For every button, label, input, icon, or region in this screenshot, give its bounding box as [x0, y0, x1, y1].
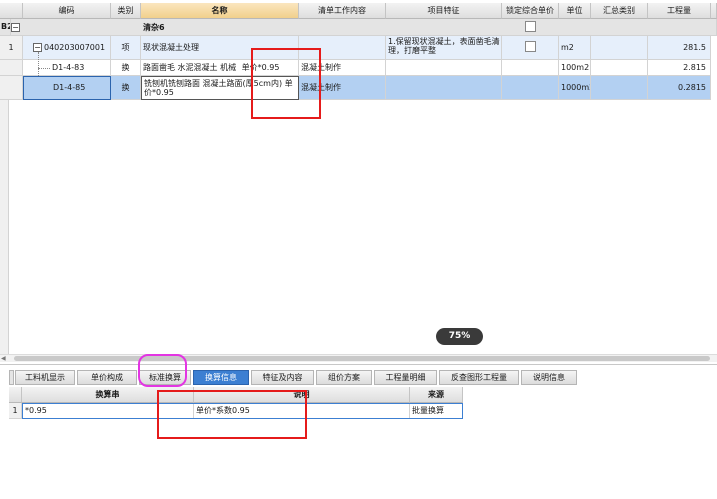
sub-row-quantity: 0.2815	[648, 76, 711, 100]
group-row-fill	[11, 19, 717, 36]
tab-reverse-graphic-quantity[interactable]: 反查图形工程量	[439, 370, 519, 385]
header-feature[interactable]: 项目特征	[386, 3, 502, 19]
group-row-code: B2	[0, 19, 11, 36]
row-header-gutter	[0, 100, 9, 354]
header-quantity[interactable]: 工程量	[648, 3, 711, 19]
header-summary-type[interactable]: 汇总类别	[591, 3, 648, 19]
header-lock-price[interactable]: 锁定综合单价	[502, 3, 559, 19]
annotation-red-box-bottom	[157, 390, 307, 439]
item-row-summary	[591, 36, 648, 60]
sub-row-type: 换	[111, 60, 141, 76]
bottom-panel-divider	[0, 364, 717, 365]
sub-row-unit: 1000m2	[559, 76, 591, 100]
tab-labor-material[interactable]: 工料机显示	[15, 370, 75, 385]
sub-row-summary	[591, 60, 648, 76]
header-type[interactable]: 类别	[111, 3, 141, 19]
sub-row-quantity: 2.815	[648, 60, 711, 76]
sub-row-summary	[591, 76, 648, 100]
group-lock-cell	[502, 19, 559, 36]
group-collapse-toggle[interactable]: −	[11, 23, 20, 32]
annotation-pink-circle	[138, 354, 187, 387]
lower-header-corner	[9, 387, 22, 403]
lower-row-index: 1	[9, 403, 22, 419]
header-name[interactable]: 名称	[141, 3, 299, 19]
sub-row-type: 换	[111, 76, 141, 100]
header-code[interactable]: 编码	[23, 3, 111, 19]
sub-row-lock	[502, 76, 559, 100]
group-lock-checkbox[interactable]	[525, 21, 536, 32]
lower-row-source: 批量换算	[412, 406, 444, 415]
tab-conversion-info[interactable]: 换算信息	[193, 370, 249, 385]
sub-row-feature	[386, 60, 502, 76]
sub-row-code-cell: D1-4-85	[23, 76, 111, 100]
sub-row-index	[0, 76, 23, 100]
sub-row-unit: 100m2	[559, 60, 591, 76]
header-work-content[interactable]: 清单工作内容	[299, 3, 386, 19]
scroll-left-arrow-icon[interactable]: ◀	[1, 355, 7, 362]
sub-row-code: D1-4-85	[53, 83, 86, 92]
bottom-tab-bar-left-stub	[9, 370, 14, 385]
sub-row-lock	[502, 60, 559, 76]
tab-quantity-detail[interactable]: 工程量明细	[374, 370, 437, 385]
sub-row-name-text: 路面凿毛 水泥混凝土 机械	[143, 63, 237, 72]
item-row-code: 040203007001	[44, 43, 106, 52]
item-row-unit: m2	[559, 36, 591, 60]
header-filler	[711, 3, 717, 19]
tab-pricing-scheme[interactable]: 组价方案	[316, 370, 372, 385]
item-row-lock-cell	[502, 36, 559, 60]
item-row-index: 1	[0, 36, 23, 60]
tab-description[interactable]: 说明信息	[521, 370, 577, 385]
tab-features-content[interactable]: 特征及内容	[251, 370, 314, 385]
sub-row-code: D1-4-83	[52, 63, 85, 72]
header-unit[interactable]: 单位	[559, 3, 591, 19]
item-lock-checkbox[interactable]	[524, 41, 536, 52]
tab-price-composition[interactable]: 单价构成	[77, 370, 137, 385]
scrollbar-thumb[interactable]	[14, 356, 710, 361]
lower-header-source[interactable]: 来源	[410, 387, 463, 403]
item-row-feature[interactable]: 1.保留现状混凝土，表面凿毛清理，打磨平整	[386, 36, 502, 60]
sub-row-code-cell: D1-4-83	[23, 60, 111, 76]
sub-row-feature	[386, 76, 502, 100]
group-row-name: 清杂6	[143, 23, 165, 32]
item-row-quantity: 281.5	[648, 36, 711, 60]
item-collapse-toggle[interactable]: −	[33, 43, 42, 52]
annotation-red-box-top	[251, 48, 321, 119]
header-corner	[0, 3, 23, 19]
horizontal-scrollbar[interactable]: ◀	[0, 354, 717, 362]
zoom-badge: 75%	[436, 328, 483, 345]
sub-row-index	[0, 60, 23, 76]
item-row-type: 项	[111, 36, 141, 60]
